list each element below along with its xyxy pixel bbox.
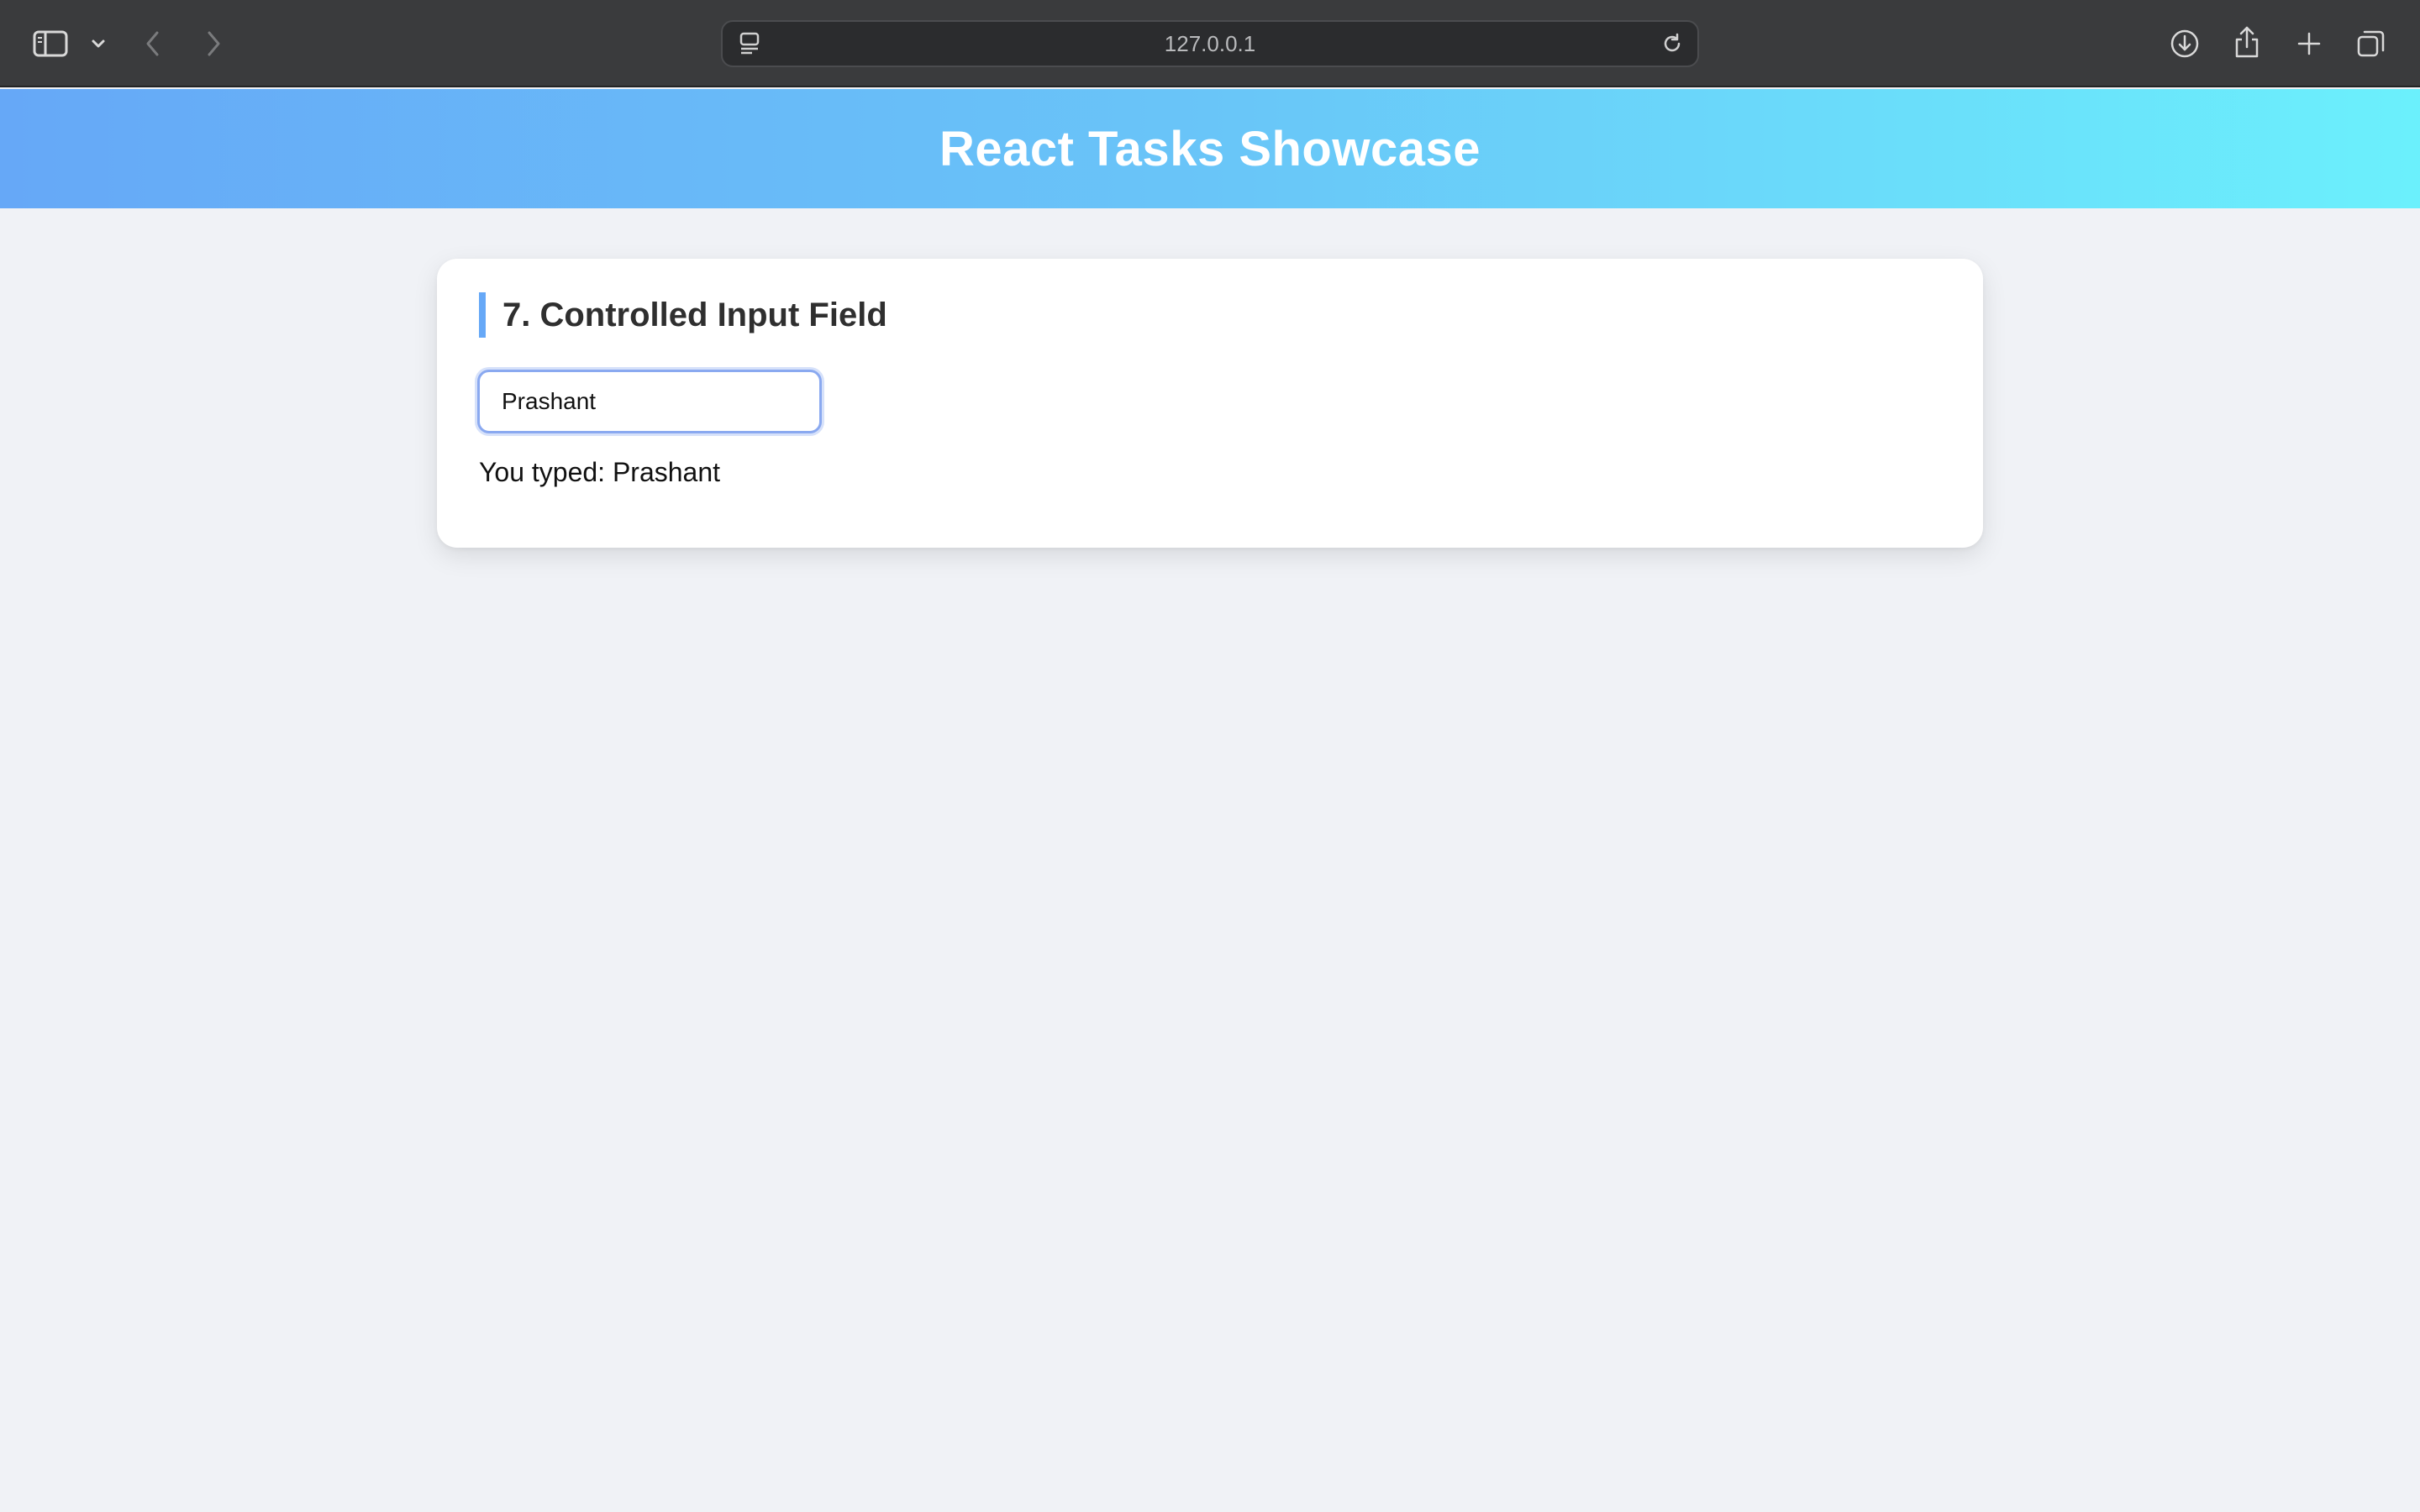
controlled-text-input[interactable] [477, 370, 822, 433]
sidebar-icon[interactable] [29, 22, 72, 66]
address-bar[interactable]: 127.0.0.1 [721, 20, 1699, 67]
reload-icon[interactable] [1654, 25, 1691, 62]
page-header: React Tasks Showcase [0, 89, 2420, 208]
task-card: 7. Controlled Input Field You typed: Pra… [437, 259, 1983, 548]
download-icon[interactable] [2163, 22, 2207, 66]
typed-output: You typed: Prashant [479, 457, 720, 488]
typed-output-label: You typed: [479, 457, 606, 487]
forward-arrow-icon[interactable] [192, 22, 235, 66]
card-title: 7. Controlled Input Field [479, 292, 887, 338]
typed-output-value: Prashant [612, 457, 721, 487]
address-text: 127.0.0.1 [1164, 30, 1256, 56]
plus-icon[interactable] [2287, 22, 2331, 66]
back-arrow-icon[interactable] [131, 22, 175, 66]
chevron-down-icon[interactable] [77, 22, 119, 66]
browser-toolbar: 127.0.0.1 [0, 0, 2420, 87]
page-title: React Tasks Showcase [939, 121, 1481, 176]
tabs-overview-icon[interactable] [2349, 22, 2393, 66]
share-icon[interactable] [2225, 20, 2269, 64]
